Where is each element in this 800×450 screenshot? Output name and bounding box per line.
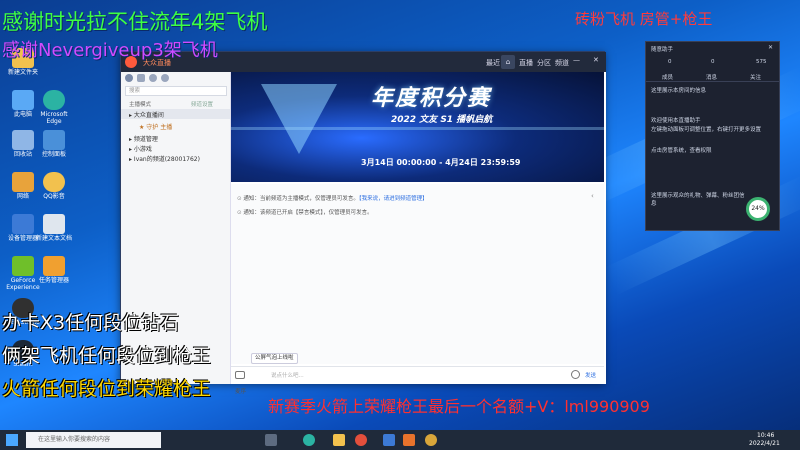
overlay-promo-3: 火箭任何段位到荣耀枪王 xyxy=(2,378,212,400)
computer-icon xyxy=(12,90,34,110)
emoji-icon[interactable] xyxy=(571,370,580,379)
overlay-promo-1: 办卡X3任何段位钻石 xyxy=(2,312,180,334)
clock-date: 2022/4/21 xyxy=(749,440,780,447)
banner-beam xyxy=(231,127,604,130)
desktop-icon[interactable]: 控制面板 xyxy=(32,130,76,158)
panel-tab[interactable]: 关注 xyxy=(750,73,761,81)
desktop-icon[interactable]: QQ影音 xyxy=(32,172,76,200)
banner-crystal xyxy=(261,84,337,154)
close-icon[interactable]: ✕ xyxy=(593,56,599,64)
stat-value: 0 xyxy=(711,59,715,65)
percent-gauge: 24% xyxy=(746,197,770,221)
tree-item[interactable]: ★ 守护 主播 xyxy=(139,122,172,131)
minimize-icon[interactable]: — xyxy=(573,56,580,64)
send-button[interactable]: 发送 xyxy=(585,371,596,379)
overlay-top-right: 砖粉飞机 房管+枪王 xyxy=(575,10,713,28)
panel-title: 随意助手 xyxy=(651,47,674,53)
sidebar-search[interactable]: 搜索 xyxy=(125,86,227,96)
taskbar: 在这里输入你要搜索的内容 10:46 2022/4/21 xyxy=(0,430,800,450)
scroll-toggle-icon[interactable]: ‹ xyxy=(591,192,594,200)
recycle-bin-icon xyxy=(12,130,34,150)
chat-area: ⊙ 通知：当前频道为主播模式，仅管理员可发言。【我来说，请进到频道管理】 ⊙ 通… xyxy=(231,184,604,364)
location-icon[interactable] xyxy=(149,74,157,82)
home-icon[interactable]: ⌂ xyxy=(501,55,515,69)
file-explorer-icon[interactable] xyxy=(333,434,345,446)
text-file-icon xyxy=(43,214,65,234)
panel-stats: 0 0 575 xyxy=(646,56,779,70)
tree-item[interactable]: ▸ Ivan的频道(28001762) xyxy=(129,154,200,163)
tab-recent[interactable]: 最近 xyxy=(486,58,500,68)
panel-tab[interactable]: 消息 xyxy=(706,73,717,81)
panel-tabs: 成员 消息 关注 xyxy=(646,72,779,82)
panel-item: 这里展示观众的礼物、弹幕、粉丝团信息 xyxy=(651,193,745,207)
task-manager-icon xyxy=(43,256,65,276)
close-icon[interactable]: ✕ xyxy=(768,44,773,51)
composer: 说点什么吧... 发送 xyxy=(231,366,604,384)
contacts-icon[interactable] xyxy=(137,74,145,82)
stat-value: 575 xyxy=(756,59,767,65)
section-link[interactable]: 频道设置 xyxy=(191,100,213,108)
event-banner[interactable]: 年度积分赛 2022 文友 S1 播帆启航 3月14日 00:00:00 - 4… xyxy=(231,72,604,182)
edge-icon xyxy=(43,90,65,110)
tool-queue[interactable]: 麦序 xyxy=(235,389,246,395)
message-input[interactable]: 说点什么吧... xyxy=(271,371,304,379)
system-message: ⊙ 通知：该频道已开启【禁言模式】，仅管理员可发言。 xyxy=(237,210,373,216)
overlay-thanks-1: 感谢时光拉不住流年4架飞机 xyxy=(2,10,268,34)
tree-item[interactable]: ▸ 大众直播间 xyxy=(129,110,164,119)
banner-dates: 3月14日 00:00:00 - 4月24日 23:59:59 xyxy=(361,158,521,167)
taskview-icon[interactable] xyxy=(265,434,277,446)
mic-icon[interactable] xyxy=(235,371,245,379)
app-icon[interactable] xyxy=(383,434,395,446)
desktop-icon[interactable]: 任务管理器 xyxy=(32,256,76,284)
chat-app-icon[interactable] xyxy=(425,434,437,446)
overlay-thanks-2: 感谢Nevergiveup3架飞机 xyxy=(2,40,218,61)
geforce-icon xyxy=(12,256,34,276)
composer-toolbar: 麦序 xyxy=(235,387,246,395)
qq-player-icon xyxy=(43,172,65,192)
device-manager-icon xyxy=(12,214,34,234)
tree-item[interactable]: ▸ 频道管理 xyxy=(129,134,158,143)
desktop-icon[interactable]: 新建文本文档 xyxy=(32,214,76,242)
tab-live[interactable]: 直播 xyxy=(519,58,533,68)
chrome-icon[interactable] xyxy=(355,434,367,446)
sidebar: 搜索 主播模式 频道设置 ▸ 大众直播间 ★ 守护 主播 ▸ 频道管理 ▸ 小游… xyxy=(121,72,231,384)
edge-icon[interactable] xyxy=(303,434,315,446)
system-message: ⊙ 通知：当前频道为主播模式，仅管理员可发言。【我来说，请进到频道管理】 xyxy=(237,196,428,202)
section-title: 主播模式 xyxy=(129,102,152,108)
app-icon[interactable] xyxy=(403,434,415,446)
panel-item: 左键拖动面板可调整位置，右键打开更多设置 xyxy=(651,127,762,133)
panel-tab[interactable]: 成员 xyxy=(662,73,673,81)
profile-icon[interactable] xyxy=(125,74,133,82)
panel-item: 点击房管系统，查看权限 xyxy=(651,148,712,154)
tooltip-bubble: 公屏气泡上线啦 xyxy=(251,353,298,364)
helper-panel: 随意助手 ✕ 0 0 575 成员 消息 关注 这里展示本房间的信息 欢迎使用本… xyxy=(645,41,780,231)
control-panel-icon xyxy=(43,130,65,150)
tab-category[interactable]: 分区 xyxy=(537,58,551,68)
sidebar-toolbar xyxy=(125,74,227,84)
app-window: 大众直播 最近 ⌂ 直播 分区 频道 — ✕ 搜索 主播模式 频道设置 ▸ 大众… xyxy=(120,51,606,395)
overlay-bottom: 新赛季火箭上荣耀枪王最后一个名额+V：lml990909 xyxy=(268,397,650,416)
panel-item: 欢迎使用本直播助手 xyxy=(651,118,701,124)
panel-item: 这里展示本房间的信息 xyxy=(651,88,707,94)
settings-icon[interactable] xyxy=(161,74,169,82)
banner-subtitle: 2022 文友 S1 播帆启航 xyxy=(391,115,493,125)
taskbar-search-input[interactable]: 在这里输入你要搜索的内容 xyxy=(26,432,161,448)
chat-main: 年度积分赛 2022 文友 S1 播帆启航 3月14日 00:00:00 - 4… xyxy=(231,72,606,395)
tab-channel[interactable]: 频道 xyxy=(555,58,569,68)
banner-title: 年度积分赛 xyxy=(371,86,492,111)
stat-value: 0 xyxy=(668,59,672,65)
desktop-icon[interactable]: Microsoft Edge xyxy=(32,90,76,125)
clock-time: 10:46 xyxy=(757,432,775,439)
windows-start-icon[interactable] xyxy=(6,434,18,446)
overlay-promo-2: 俩架飞机任何段位到枪王 xyxy=(2,345,212,367)
network-icon xyxy=(12,172,34,192)
tree-item[interactable]: ▸ 小游戏 xyxy=(129,144,152,153)
